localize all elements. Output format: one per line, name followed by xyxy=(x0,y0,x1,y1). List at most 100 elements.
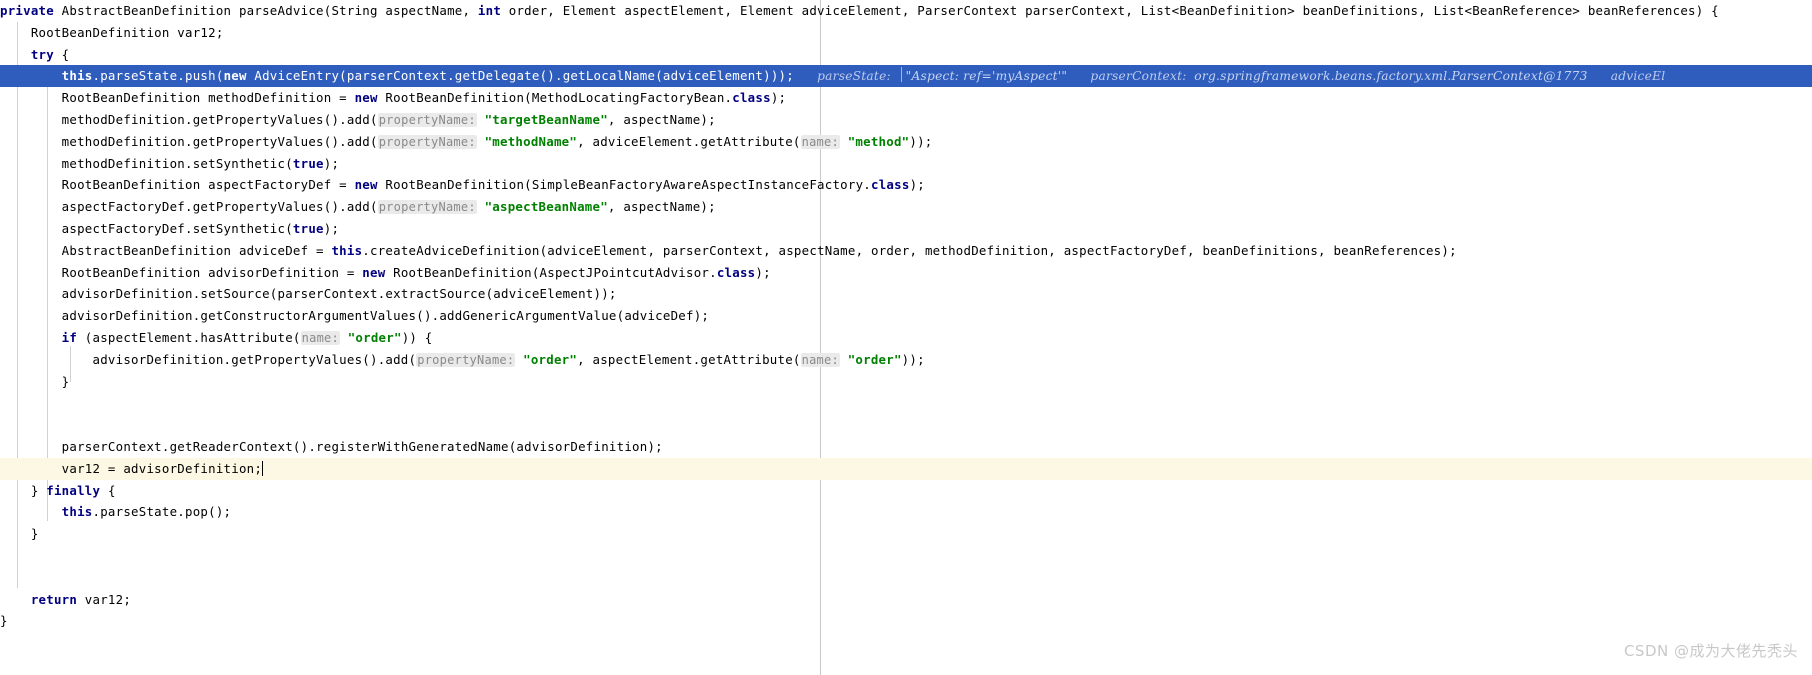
parameter-hint: propertyName: xyxy=(377,112,477,127)
code-lines[interactable]: private AbstractBeanDefinition parseAdvi… xyxy=(0,0,1812,632)
inline-debug-variable-name[interactable]: adviceEl xyxy=(1611,69,1666,83)
parameter-hint: propertyName: xyxy=(377,134,477,149)
string-literal: "order" xyxy=(347,329,402,345)
code-text: RootBeanDefinition advisorDefinition = xyxy=(61,264,363,280)
code-text: , aspectName); xyxy=(607,111,716,127)
code-line-add-methodName[interactable]: methodDefinition.getPropertyValues().add… xyxy=(0,131,1812,153)
code-line-text: private AbstractBeanDefinition parseAdvi… xyxy=(0,0,1719,22)
code-line-advisor-definition-new[interactable]: RootBeanDefinition advisorDefinition = n… xyxy=(0,262,1812,284)
string-literal: "method" xyxy=(847,133,910,149)
code-line-text: advisorDefinition.getPropertyValues().ad… xyxy=(0,349,925,372)
code-line-add-targetBeanName[interactable]: methodDefinition.getPropertyValues().add… xyxy=(0,109,1812,131)
code-line-finally-open[interactable]: } finally { xyxy=(0,480,1812,502)
code-text: RootBeanDefinition(MethodLocatingFactory… xyxy=(377,90,733,106)
code-line-blank-2[interactable] xyxy=(0,414,1812,436)
code-text: .parseState.push( xyxy=(92,68,224,84)
code-line-add-aspectBeanName[interactable]: aspectFactoryDef.getPropertyValues().add… xyxy=(0,196,1812,218)
inline-debug-value[interactable]: "Aspect: ref='myAspect'" xyxy=(906,69,1068,83)
code-line-blank-3[interactable] xyxy=(0,545,1812,567)
code-line-method-definition-new[interactable]: RootBeanDefinition methodDefinition = ne… xyxy=(0,87,1812,109)
code-line-text: AbstractBeanDefinition adviceDef = this.… xyxy=(0,240,1457,262)
code-line-return-var12[interactable]: return var12; xyxy=(0,589,1812,611)
code-line-signature[interactable]: private AbstractBeanDefinition parseAdvi… xyxy=(0,0,1812,22)
code-line-blank-4[interactable] xyxy=(0,567,1812,589)
code-line-text: } finally { xyxy=(0,480,116,502)
code-line-method-setSynthetic[interactable]: methodDefinition.setSynthetic(true); xyxy=(0,153,1812,175)
code-line-finally-close[interactable]: } xyxy=(0,523,1812,545)
java-keyword: new xyxy=(362,264,386,280)
code-text: , aspectElement.getAttribute( xyxy=(577,351,801,367)
code-line-text: } xyxy=(0,610,8,632)
code-line-aspect-factory-setSynthetic[interactable]: aspectFactoryDef.setSynthetic(true); xyxy=(0,218,1812,240)
code-line-text: methodDefinition.setSynthetic(true); xyxy=(0,153,339,175)
code-text: } xyxy=(61,373,70,389)
code-text: { xyxy=(100,482,116,498)
inline-debug-value[interactable]: org.springframework.beans.factory.xml.Pa… xyxy=(1194,69,1587,83)
code-text: methodDefinition.getPropertyValues().add… xyxy=(61,133,378,149)
code-line-create-advice-definition[interactable]: AbstractBeanDefinition adviceDef = this.… xyxy=(0,240,1812,262)
code-line-text: RootBeanDefinition advisorDefinition = n… xyxy=(0,262,771,284)
code-line-text: RootBeanDefinition methodDefinition = ne… xyxy=(0,87,786,109)
string-literal: "aspectBeanName" xyxy=(484,199,608,215)
code-text: ); xyxy=(323,220,340,236)
parameter-hint: name: xyxy=(300,330,340,345)
inline-debug-variable-name[interactable]: parseState: xyxy=(817,69,891,83)
code-text: methodDefinition.setSynthetic( xyxy=(61,155,293,171)
code-line-try-open[interactable]: try { xyxy=(0,44,1812,66)
code-line-text: parserContext.getReaderContext().registe… xyxy=(0,436,663,458)
code-line-text: var12 = advisorDefinition; xyxy=(0,458,264,480)
code-line-parse-state-pop[interactable]: this.parseState.pop(); xyxy=(0,501,1812,523)
code-text: RootBeanDefinition methodDefinition = xyxy=(61,90,355,106)
code-line-if-close[interactable]: } xyxy=(0,371,1812,393)
code-line-push-advice-entry[interactable]: this.parseState.push(new AdviceEntry(par… xyxy=(0,65,1812,88)
csdn-watermark: CSDN @成为大佬先秃头 xyxy=(1623,642,1798,660)
code-line-assign-var12[interactable]: var12 = advisorDefinition; xyxy=(0,457,1812,480)
code-text: advisorDefinition.getConstructorArgument… xyxy=(61,308,710,324)
code-line-text: this.parseState.push(new AdviceEntry(par… xyxy=(0,65,1673,88)
parameter-hint: propertyName: xyxy=(377,200,477,215)
code-line-declare-var12[interactable]: RootBeanDefinition var12; xyxy=(0,22,1812,44)
java-keyword: finally xyxy=(46,482,101,498)
code-text: parserContext.getReaderContext().registe… xyxy=(61,438,663,454)
inline-value-gap xyxy=(1665,68,1673,83)
code-text: .createAdviceDefinition(adviceElement, p… xyxy=(362,242,1457,258)
code-line-text: try { xyxy=(0,44,69,66)
code-line-advisor-setSource[interactable]: advisorDefinition.setSource(parserContex… xyxy=(0,283,1812,305)
code-line-text: methodDefinition.getPropertyValues().add… xyxy=(0,131,933,154)
java-keyword: int xyxy=(477,3,502,18)
code-line-advisor-add-ctor-arg[interactable]: advisorDefinition.getConstructorArgument… xyxy=(0,305,1812,327)
string-literal: "order" xyxy=(847,351,902,367)
java-keyword: private xyxy=(0,3,54,18)
java-keyword: new xyxy=(223,68,247,84)
code-text: .parseState.pop(); xyxy=(92,504,232,520)
code-text: aspectFactoryDef.setSynthetic( xyxy=(61,220,293,236)
code-line-blank-1[interactable] xyxy=(0,392,1812,414)
code-text: AbstractBeanDefinition parseAdvice(Strin… xyxy=(53,3,478,18)
code-text: ); xyxy=(770,90,787,106)
code-line-text: } xyxy=(0,371,69,393)
code-line-text: advisorDefinition.setSource(parserContex… xyxy=(0,283,617,305)
code-line-add-order-property[interactable]: advisorDefinition.getPropertyValues().ad… xyxy=(0,349,1812,371)
inline-debug-variable-name[interactable]: parserContext: xyxy=(1090,69,1186,83)
code-line-text: RootBeanDefinition var12; xyxy=(0,22,224,44)
code-editor[interactable]: private AbstractBeanDefinition parseAdvi… xyxy=(0,0,1812,675)
code-line-aspect-factory-def-new[interactable]: RootBeanDefinition aspectFactoryDef = ne… xyxy=(0,174,1812,196)
code-line-if-has-order[interactable]: if (aspectElement.hasAttribute(name: "or… xyxy=(0,327,1812,349)
java-keyword: return xyxy=(30,591,78,607)
code-line-register-with-generated-name[interactable]: parserContext.getReaderContext().registe… xyxy=(0,436,1812,458)
code-line-method-close[interactable]: } xyxy=(0,610,1812,632)
code-text: ); xyxy=(323,155,340,171)
